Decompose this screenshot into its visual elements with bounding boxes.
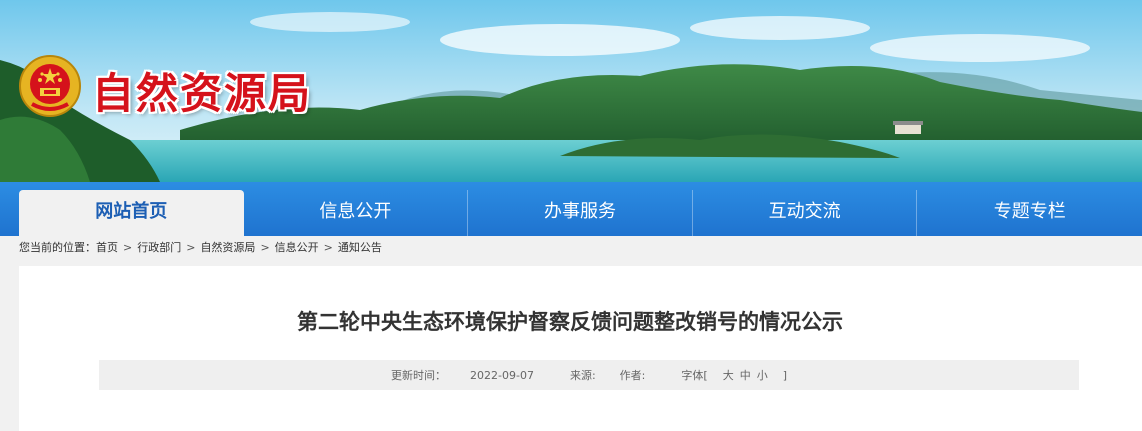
breadcrumb: 您当前的位置： 首页 > 行政部门 > 自然资源局 > 信息公开 > 通知公告 bbox=[19, 237, 382, 257]
font-size-medium-link[interactable]: 中 bbox=[740, 369, 751, 382]
breadcrumb-separator: > bbox=[186, 240, 196, 254]
breadcrumb-prefix: 您当前的位置： bbox=[19, 241, 96, 254]
font-size-control: 字体[ 大中小] bbox=[669, 367, 799, 383]
breadcrumb-separator: > bbox=[323, 240, 333, 254]
header-banner: 自然资源局 bbox=[0, 0, 1142, 182]
source-label: 来源: bbox=[569, 369, 596, 382]
font-size-close: ] bbox=[782, 369, 787, 382]
author-label: 作者: bbox=[619, 369, 646, 382]
font-size-small-link[interactable]: 小 bbox=[757, 369, 768, 382]
article-container: 第二轮中央生态环境保护督察反馈问题整改销号的情况公示 更新时间： 2022-09-… bbox=[19, 266, 1142, 431]
nav-item-services[interactable]: 办事服务 bbox=[468, 190, 693, 236]
nav-item-special-topics[interactable]: 专题专栏 bbox=[917, 190, 1142, 236]
updated-time: 更新时间： 2022-09-07 bbox=[379, 367, 546, 383]
site-name: 自然资源局 bbox=[92, 69, 313, 118]
breadcrumb-home[interactable]: 首页 bbox=[96, 239, 118, 255]
breadcrumb-separator: > bbox=[260, 240, 270, 254]
nav-item-home[interactable]: 网站首页 bbox=[19, 190, 244, 236]
breadcrumb-notices[interactable]: 通知公告 bbox=[338, 239, 382, 255]
nav-item-info-disclosure[interactable]: 信息公开 bbox=[244, 190, 469, 236]
breadcrumb-info-disclosure[interactable]: 信息公开 bbox=[275, 239, 319, 255]
nav-item-interaction[interactable]: 互动交流 bbox=[693, 190, 918, 236]
updated-label: 更新时间： bbox=[391, 369, 447, 382]
article-title: 第二轮中央生态环境保护督察反馈问题整改销号的情况公示 bbox=[297, 310, 843, 334]
article-meta-bar: 更新时间： 2022-09-07 来源: 作者: 字体[ 大中小] bbox=[99, 360, 1079, 390]
updated-value: 2022-09-07 bbox=[470, 369, 534, 382]
national-emblem-icon bbox=[18, 54, 82, 118]
main-nav: 网站首页 信息公开 办事服务 互动交流 专题专栏 bbox=[0, 182, 1142, 236]
font-size-large-link[interactable]: 大 bbox=[723, 369, 734, 382]
font-size-label: 字体[ bbox=[681, 369, 708, 382]
breadcrumb-natural-resources-bureau[interactable]: 自然资源局 bbox=[200, 239, 255, 255]
breadcrumb-separator: > bbox=[123, 240, 133, 254]
breadcrumb-admin-departments[interactable]: 行政部门 bbox=[137, 239, 181, 255]
